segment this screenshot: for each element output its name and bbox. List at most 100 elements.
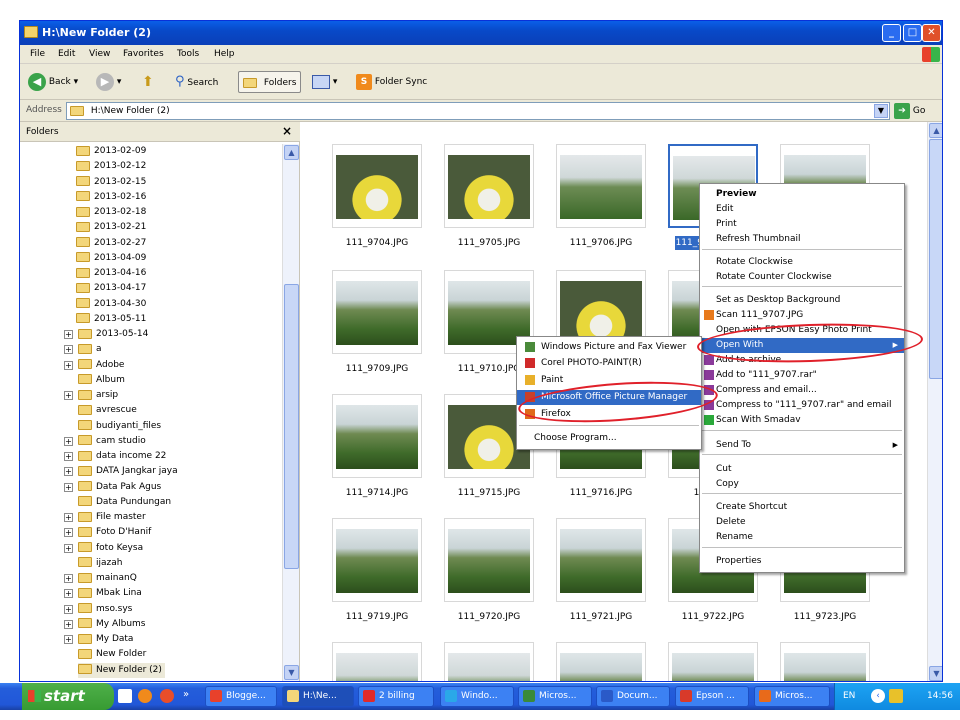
context-menu-item[interactable]: Create Shortcut — [700, 500, 904, 515]
file-thumbnail[interactable] — [556, 518, 646, 602]
file-name[interactable]: 111_9706.JPG — [546, 236, 656, 250]
file-name[interactable]: 111_9721.JPG — [546, 610, 656, 624]
tree-item[interactable]: ijazah — [78, 556, 122, 571]
tree-item[interactable]: Album — [78, 373, 125, 388]
close-icon[interactable]: ✕ — [922, 24, 941, 42]
expand-icon[interactable]: + — [64, 345, 73, 355]
context-menu-item[interactable]: Print — [700, 217, 904, 232]
context-menu-item[interactable]: Delete — [700, 515, 904, 530]
file-name[interactable]: 111_9716.JPG — [546, 486, 656, 500]
expand-icon[interactable]: + — [64, 619, 73, 629]
file-name[interactable]: 111_9719.JPG — [322, 610, 432, 624]
language-indicator[interactable]: EN — [843, 691, 855, 701]
menu-help[interactable]: Help — [214, 49, 235, 59]
tree-item[interactable]: 2013-04-17 — [76, 281, 146, 296]
tree-item[interactable]: arsip — [78, 388, 118, 403]
context-menu-item[interactable]: Rename — [700, 530, 904, 545]
context-menu-item[interactable]: Preview — [700, 187, 904, 202]
tree-item[interactable]: 2013-05-14 — [78, 327, 148, 342]
tree-item[interactable]: New Folder — [78, 647, 146, 662]
tree-item[interactable]: Data Pak Agus — [78, 480, 161, 495]
expand-icon[interactable]: + — [64, 543, 73, 553]
context-menu-item[interactable]: Set as Desktop Background — [700, 293, 904, 308]
content-scrollbar[interactable]: ▲ ▼ — [927, 122, 942, 681]
scroll-up-icon[interactable]: ▲ — [284, 145, 299, 160]
file-thumbnail[interactable] — [556, 642, 646, 681]
tree-item[interactable]: My Data — [78, 632, 133, 647]
context-menu-item[interactable]: Rotate Counter Clockwise — [700, 270, 904, 285]
tree-item[interactable]: 2013-02-12 — [76, 159, 146, 174]
context-menu-item[interactable]: Scan 111_9707.JPG — [700, 308, 904, 323]
taskbar-button[interactable]: H:\Ne... — [282, 686, 354, 707]
tree-item[interactable]: DATA Jangkar jaya — [78, 464, 178, 479]
tree-item[interactable]: 2013-02-16 — [76, 190, 146, 205]
tree-item[interactable]: 2013-02-09 — [76, 144, 146, 159]
open-with-item[interactable]: Windows Picture and Fax Viewer — [517, 340, 701, 355]
context-menu-item[interactable]: Rotate Clockwise — [700, 255, 904, 270]
expand-icon[interactable]: + — [64, 482, 73, 492]
context-menu-item[interactable]: Properties — [700, 554, 904, 569]
tree-item[interactable]: 2013-05-11 — [76, 312, 146, 327]
quicklaunch-icon[interactable] — [160, 689, 174, 703]
views-button[interactable]: ▾ — [312, 71, 337, 93]
tree-item[interactable]: 2013-04-09 — [76, 251, 146, 266]
tree-item[interactable]: a — [78, 342, 102, 357]
tree-item[interactable]: 2013-02-18 — [76, 205, 146, 220]
chevron-icon[interactable]: » — [183, 689, 189, 700]
folders-button[interactable]: Folders — [238, 71, 302, 93]
tree-item[interactable]: mso.sys — [78, 602, 132, 617]
start-button[interactable]: start — [22, 683, 114, 710]
file-thumbnail[interactable] — [332, 394, 422, 478]
tray-icon[interactable] — [889, 689, 903, 703]
tree-item[interactable]: 2013-02-21 — [76, 220, 146, 235]
tree-item[interactable]: Adobe — [78, 358, 124, 373]
taskbar-button[interactable]: Blogge... — [205, 686, 277, 707]
tree-item[interactable]: data income 22 — [78, 449, 166, 464]
quicklaunch-icon[interactable] — [138, 689, 152, 703]
file-name[interactable]: 111_9714.JPG — [322, 486, 432, 500]
expand-icon[interactable]: + — [64, 391, 73, 400]
chevron-down-icon[interactable]: ▼ — [874, 104, 888, 118]
scroll-down-icon[interactable]: ▼ — [929, 666, 942, 681]
minimize-icon[interactable]: _ — [882, 24, 901, 42]
tree-item[interactable]: My Albums — [78, 617, 145, 632]
file-thumbnail[interactable] — [444, 642, 534, 681]
context-menu-item[interactable]: Copy — [700, 477, 904, 492]
search-button[interactable]: ⚲ Search — [175, 71, 218, 93]
taskbar-button[interactable]: Micros... — [754, 686, 830, 707]
file-name[interactable]: 111_9704.JPG — [322, 236, 432, 250]
file-name[interactable]: 111_9709.JPG — [322, 362, 432, 376]
file-name[interactable]: 111_9723.JPG — [770, 610, 880, 624]
context-menu-item[interactable]: Compress to "111_9707.rar" and email — [700, 398, 904, 413]
back-button[interactable]: ◀ Back ▾ — [28, 71, 78, 93]
context-menu-item[interactable]: Refresh Thumbnail — [700, 232, 904, 247]
tree-item[interactable]: Foto D'Hanif — [78, 525, 151, 540]
file-thumbnail[interactable] — [444, 144, 534, 228]
menu-view[interactable]: View — [89, 49, 110, 59]
context-menu-item[interactable]: Compress and email... — [700, 383, 904, 398]
file-name[interactable]: 111_9715.JPG — [434, 486, 544, 500]
expand-icon[interactable]: + — [64, 360, 73, 370]
file-thumbnail[interactable] — [780, 642, 870, 681]
tree-scrollbar[interactable]: ▲ ▼ — [282, 144, 299, 681]
scroll-down-icon[interactable]: ▼ — [284, 665, 299, 680]
tree-item[interactable]: avrescue — [78, 403, 137, 418]
file-name[interactable]: 111_9722.JPG — [658, 610, 768, 624]
folder-sync-button[interactable]: S Folder Sync — [356, 71, 427, 93]
file-thumbnail[interactable] — [668, 642, 758, 681]
tree-item[interactable]: File master — [78, 510, 146, 525]
taskbar-button[interactable]: 2 billing — [358, 686, 434, 707]
tree-item[interactable]: foto Keysa — [78, 541, 143, 556]
tree-item[interactable]: Mbak Lina — [78, 586, 142, 601]
file-thumbnail[interactable] — [332, 642, 422, 681]
file-thumbnail[interactable] — [332, 518, 422, 602]
file-thumbnail[interactable] — [556, 144, 646, 228]
go-button[interactable]: ➔ Go — [894, 102, 925, 120]
expand-icon[interactable]: + — [64, 513, 73, 522]
menu-favorites[interactable]: Favorites — [123, 49, 164, 59]
address-input[interactable]: H:\New Folder (2) ▼ — [66, 102, 890, 120]
expand-icon[interactable]: + — [64, 604, 73, 614]
tree-item[interactable]: mainanQ — [78, 571, 137, 586]
file-thumbnail[interactable] — [332, 270, 422, 354]
tree-item[interactable]: 2013-02-27 — [76, 236, 146, 251]
